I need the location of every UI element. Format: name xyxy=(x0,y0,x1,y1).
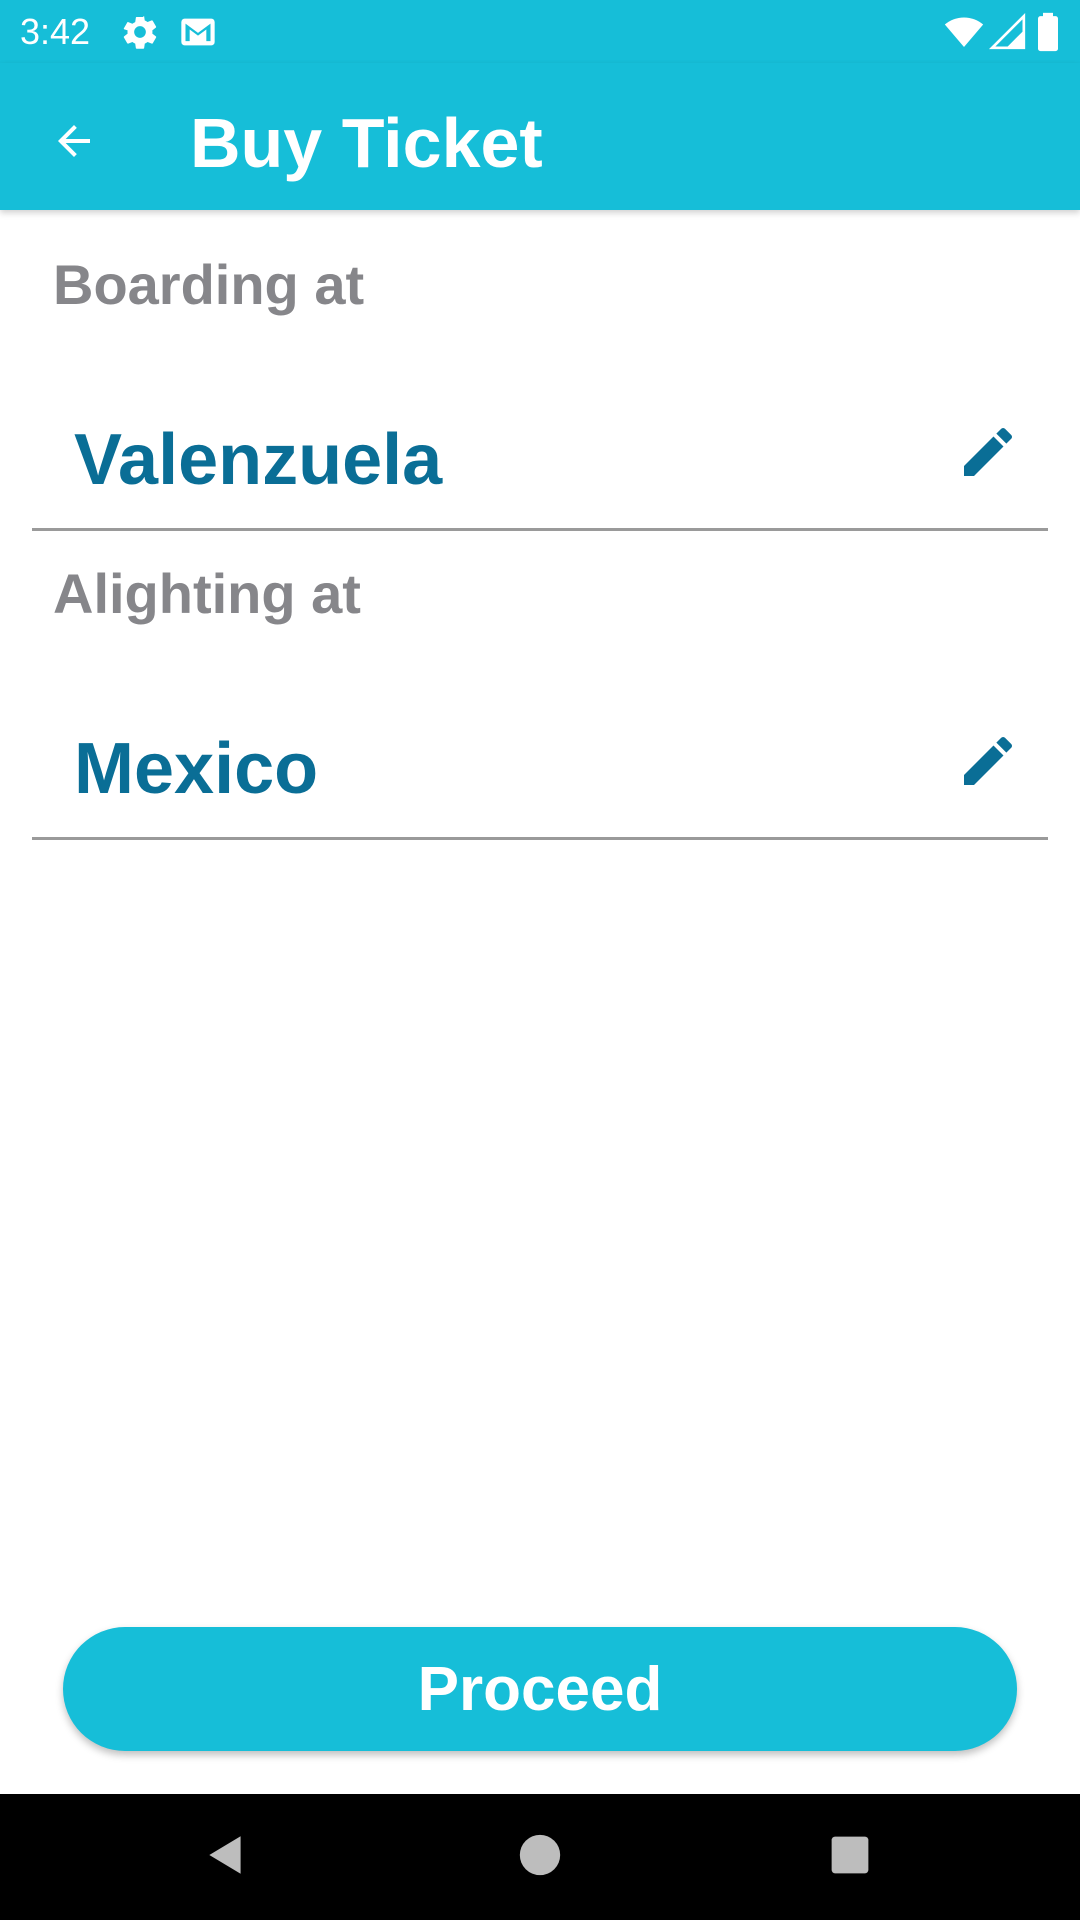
alighting-field[interactable]: Mexico xyxy=(32,687,1048,840)
edit-boarding-button[interactable] xyxy=(952,418,1024,490)
status-time: 3:42 xyxy=(20,11,91,52)
back-triangle-icon xyxy=(201,1830,251,1885)
gmail-icon xyxy=(178,12,218,52)
app-bar: Buy Ticket xyxy=(0,63,1080,210)
battery-icon xyxy=(1036,12,1076,52)
nav-recents-button[interactable] xyxy=(810,1817,890,1897)
boarding-label: Boarding at xyxy=(53,253,365,316)
edit-alighting-button[interactable] xyxy=(952,727,1024,799)
signal-icon xyxy=(988,12,1028,52)
alighting-value: Mexico xyxy=(74,729,319,809)
boarding-value: Valenzuela xyxy=(74,420,443,500)
recents-square-icon xyxy=(829,1834,871,1881)
nav-back-button[interactable] xyxy=(186,1817,266,1897)
wifi-icon xyxy=(943,12,984,52)
status-bar: 3:42 xyxy=(0,0,1080,63)
page-title: Buy Ticket xyxy=(190,104,543,182)
back-button[interactable] xyxy=(30,99,118,187)
settings-icon xyxy=(120,12,160,52)
screen: 3:42 Buy Ticket Boarding at Valenzuela A… xyxy=(0,0,1080,1920)
arrow-back-icon xyxy=(50,117,98,170)
pencil-icon xyxy=(956,729,1020,798)
pencil-icon xyxy=(956,420,1020,489)
alighting-label: Alighting at xyxy=(53,562,361,625)
nav-home-button[interactable] xyxy=(500,1817,580,1897)
navigation-bar xyxy=(0,1794,1080,1920)
proceed-button[interactable]: Proceed xyxy=(63,1627,1017,1751)
home-circle-icon xyxy=(518,1833,562,1882)
boarding-field[interactable]: Valenzuela xyxy=(32,378,1048,531)
